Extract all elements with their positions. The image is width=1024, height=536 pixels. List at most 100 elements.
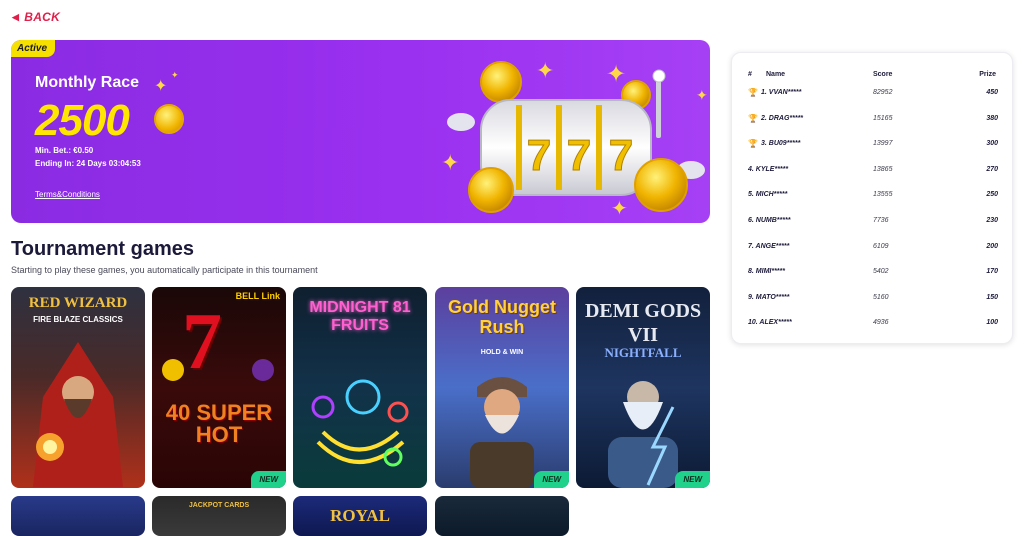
game-tile[interactable] [435,496,569,536]
game-tile-40-super-hot[interactable]: BELL Link 7 40 SUPER HOT NEW [152,287,286,488]
player-rank-name: 7. ANGE***** [748,243,789,250]
svg-text:✦: ✦ [606,61,626,88]
trophy-icon: 🏆 [748,88,758,97]
player-prize: 450 [986,89,998,96]
game-tile[interactable] [11,496,145,536]
player-rank: 2. [761,114,767,122]
game-tile-gold-nugget-rush[interactable]: Gold Nugget Rush HOLD & WIN NEW [435,287,569,488]
player-rank: 4. [748,165,754,173]
svg-text:✦: ✦ [441,150,459,175]
player-prize: 150 [986,293,998,301]
chevron-left-icon: ◀ [12,11,20,22]
player-prize: 270 [986,165,998,173]
player-name: MATO***** [755,293,790,301]
new-badge: NEW [534,471,569,488]
game-tile-jackpot-cards[interactable]: JACKPOT CARDS [152,496,286,536]
section-title: Tournament games [11,238,194,260]
player-prize: 100 [986,319,998,327]
player-prize: 300 [986,140,998,148]
player-score: 13865 [873,165,893,173]
player-rank: 7. [748,242,754,250]
new-badge: NEW [675,471,710,488]
player-name: ANGE***** [755,242,790,250]
game-subtitle: NIGHTFALL [604,345,682,360]
player-prize: 380 [986,114,998,122]
game-title: Gold Nugget Rush [448,297,556,337]
header-score: Score [873,71,893,78]
leaderboard-row: 10. ALEX***** 4936 100 [732,319,1014,333]
game-tile-red-wizard[interactable]: RED WIZARD FIRE BLAZE CLASSICS [11,287,145,488]
game-tile-royal[interactable]: ROYAL [293,496,427,536]
back-button[interactable]: ◀ BACK [12,10,60,24]
game-title: JACKPOT CARDS [188,502,250,509]
min-bet: Min. Bet.: €0.50 [35,146,94,155]
svg-text:✦: ✦ [696,87,708,103]
coin-icon [154,104,184,134]
race-title: Monthly Race [35,74,140,91]
game-subtitle: FIRE BLAZE CLASSICS [33,315,123,324]
back-label: BACK [24,10,61,24]
player-rank: 3. [761,140,767,148]
svg-text:✦: ✦ [611,198,628,220]
monthly-race-banner: Active Monthly Race ✦ ✦ 2500 Min. Bet.: … [11,40,710,223]
ending-countdown: Ending In: 24 Days 03:04:53 [35,159,141,168]
miner-figure [470,377,534,488]
header-rank: # [748,71,752,78]
player-name: BU09***** [768,140,801,148]
player-prize: 250 [986,191,998,199]
player-prize: 200 [986,242,998,250]
player-score: 5160 [873,293,889,301]
svg-text:7: 7 [609,131,633,180]
header-name: Name [766,71,786,78]
game-subtitle: BELL Link [235,291,280,301]
neon-fruits [311,379,409,467]
player-name: NUMB***** [755,217,791,224]
svg-text:7: 7 [567,131,591,180]
status-badge: Active [11,40,56,57]
game-tile-demi-gods-vii[interactable]: DEMI GODS VII NIGHTFALL NEW [576,287,710,488]
player-rank: 9. [748,293,754,301]
trophy-icon: 🏆 [748,139,758,149]
wizard-figure [33,342,123,487]
player-score: 4936 [873,319,889,327]
leaderboard-row: 4. KYLE***** 13865 270 [732,166,1014,180]
sparkle-icon: ✦ [154,78,168,95]
seven-icon: 7 [182,298,222,386]
game-subtitle: HOLD & WIN [480,349,524,356]
player-rank: 6. [748,217,754,224]
svg-text:7: 7 [527,131,551,180]
player-name: DRAG***** [768,114,804,122]
sparkle-small-icon: ✦ [171,70,179,80]
player-rank-name: 2. DRAG***** [761,115,803,122]
terms-link[interactable]: Terms&Conditions [35,190,100,199]
player-rank: 5. [748,191,754,199]
player-name: ALEX***** [759,319,792,327]
lemon-icon [162,359,184,381]
player-rank: 8. [748,268,754,276]
player-rank-name: 9. MATO***** [748,294,789,301]
game-title: ROYAL [330,506,390,525]
svg-text:✦: ✦ [536,58,554,83]
zeus-figure [608,381,678,488]
player-rank-name: 1. VVAN***** [761,89,801,96]
player-rank-name: 4. KYLE***** [748,166,788,173]
game-title: RED WIZARD [28,295,128,311]
player-name: MICH***** [755,191,788,199]
player-score: 13555 [873,191,893,199]
player-rank-name: 6. NUMB***** [748,217,790,224]
player-rank-name: 3. BU09***** [761,140,800,147]
player-rank-name: 5. MICH***** [748,191,787,198]
game-title: 40 SUPER HOT [165,400,273,447]
player-rank: 1. [761,89,767,96]
section-subtitle: Starting to play these games, you automa… [11,265,318,275]
leaderboard-row: 9. MATO***** 5160 150 [732,294,1014,308]
leaderboard-row: 🏆 2. DRAG***** 15165 380 [732,114,1014,129]
player-score: 5402 [873,268,889,276]
slot-machine-illustration: 7 7 7 ✦ ✦ ✦ ✦ ✦ [441,58,708,220]
leaderboard-row: 5. MICH***** 13555 250 [732,191,1014,205]
player-score: 6109 [873,242,889,250]
leaderboard-row: 7. ANGE***** 6109 200 [732,243,1014,257]
player-rank-name: 10. ALEX***** [748,319,792,326]
player-score: 13997 [873,140,893,148]
game-tile-midnight-fruits[interactable]: MIDNIGHT 81 FRUITS [293,287,427,488]
